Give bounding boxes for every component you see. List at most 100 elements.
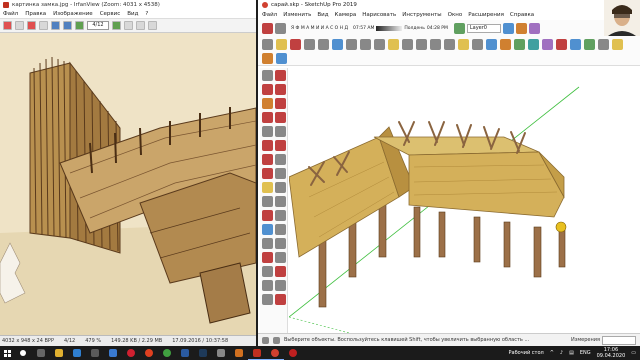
tray-arrow-icon[interactable]: ^ [550,350,554,356]
dimension-tool-icon[interactable] [275,182,286,193]
look-around-icon[interactable] [598,39,609,50]
select-tool-icon[interactable] [262,22,273,34]
shadow-time-slider[interactable] [376,25,403,31]
su-menu-view[interactable]: Вид [317,12,328,18]
sketchup-viewport[interactable] [289,67,640,333]
start-button[interactable] [0,346,14,360]
clock[interactable]: 17:06 09.04.2020 [597,347,626,359]
shaded-icon[interactable] [486,39,497,50]
eraser-icon[interactable] [275,22,286,34]
prev-icon[interactable] [75,21,84,30]
measurements-field[interactable] [602,335,636,345]
yandex-icon[interactable] [140,346,158,360]
rotate-icon[interactable] [290,39,301,50]
su-menu-extensions[interactable]: Расширения [468,12,504,18]
paste-icon[interactable] [136,21,145,30]
scale-tool-icon[interactable] [275,154,286,165]
language-indicator[interactable]: ENG [580,350,591,356]
circle-tool-icon[interactable] [275,112,286,123]
camera-app-icon[interactable] [212,346,230,360]
irfan-menu-file[interactable]: Файл [3,11,18,17]
arrow-tool-icon[interactable] [262,70,273,81]
lookaround-tool-icon[interactable] [275,252,286,263]
zoom-icon[interactable] [360,39,371,50]
front-view-icon[interactable] [416,39,427,50]
back-view-icon[interactable] [444,39,455,50]
warehouse-tool-icon[interactable] [262,294,273,305]
orbit-tool-icon[interactable] [262,224,273,235]
image-viewer[interactable] [0,33,256,335]
open-icon[interactable] [3,21,12,30]
paint-bucket-icon[interactable] [556,39,567,50]
top-view-icon[interactable] [402,39,413,50]
shadow-months[interactable]: Я Ф М А М И И А С О Н Д [291,26,348,31]
offset-tool-icon[interactable] [275,168,286,179]
right-view-icon[interactable] [430,39,441,50]
extension-tool-icon[interactable] [275,294,286,305]
zoom-window-tool-icon[interactable] [275,238,286,249]
media-player-icon[interactable] [230,346,248,360]
sandbox-icon[interactable] [528,22,540,34]
zoom-in-icon[interactable] [51,21,60,30]
desktop-label[interactable]: Рабочий стол [509,350,544,356]
next-icon[interactable] [112,21,121,30]
pan-tool-icon[interactable] [275,224,286,235]
position-camera-tool-icon[interactable] [262,252,273,263]
move-icon[interactable] [276,39,287,50]
irfanview-titlebar[interactable]: картинка замка.jpg - IrfanView (Zoom: 40… [0,0,256,10]
irfan-menu-edit[interactable]: Правка [25,11,46,17]
paint-tool-icon[interactable] [275,84,286,95]
credits-icon[interactable] [273,336,280,344]
notifications-icon[interactable]: ▭ [631,350,636,356]
store-icon[interactable] [86,346,104,360]
layer-check-icon[interactable] [453,22,465,34]
geo-location-icon[interactable] [262,336,269,344]
rectangle-tool-icon[interactable] [275,70,286,81]
freehand-tool-icon[interactable] [275,126,286,137]
file-explorer-icon[interactable] [50,346,68,360]
su-menu-help[interactable]: Справка [510,12,534,18]
wireframe-icon[interactable] [472,39,483,50]
tape-measure-icon[interactable] [570,39,581,50]
pencil-tool-icon[interactable] [262,98,273,109]
component-icon[interactable] [542,39,553,50]
walk-tool-icon[interactable] [262,266,273,277]
styles-icon[interactable] [276,53,287,64]
save-icon[interactable] [39,21,48,30]
monochrome-icon[interactable] [514,39,525,50]
layer-dropdown[interactable]: Layer0 [466,23,501,33]
su-menu-edit[interactable]: Изменить [283,12,311,18]
zoom-out-icon[interactable] [63,21,72,30]
orbit-icon[interactable] [332,39,343,50]
photoshop-icon[interactable] [194,346,212,360]
info-icon[interactable] [148,21,157,30]
display-section-tool-icon[interactable] [262,280,273,291]
sketchup-task-icon[interactable] [266,346,284,360]
textured-icon[interactable] [500,39,511,50]
chrome-icon[interactable] [158,346,176,360]
recorder-icon[interactable] [284,346,302,360]
protractor-tool-icon[interactable] [262,196,273,207]
section-cut-tool-icon[interactable] [275,280,286,291]
su-menu-window[interactable]: Окно [448,12,463,18]
edge-icon[interactable] [68,346,86,360]
zoom-tool-icon[interactable] [262,238,273,249]
shape-tool-icon[interactable] [262,112,273,123]
push-pull-icon[interactable] [262,39,273,50]
pan-icon[interactable] [346,39,357,50]
polygon-tool-icon[interactable] [262,126,273,137]
slideshow-icon[interactable] [15,21,24,30]
section-tool-icon[interactable] [275,266,286,277]
irfan-menu-view[interactable]: Вид [127,11,138,17]
copy-icon[interactable] [124,21,133,30]
opera-icon[interactable] [122,346,140,360]
irfan-menu-image[interactable]: Изображение [53,11,93,17]
xray-icon[interactable] [458,39,469,50]
irfan-menu-options[interactable]: Сервис [100,11,121,17]
solid-tools-icon[interactable] [612,39,623,50]
mail-icon[interactable] [104,346,122,360]
scale-icon[interactable] [304,39,315,50]
network-icon[interactable]: ▤ [569,350,574,356]
su-menu-file[interactable]: Файл [262,12,277,18]
volume-icon[interactable]: ♪ [560,350,563,356]
